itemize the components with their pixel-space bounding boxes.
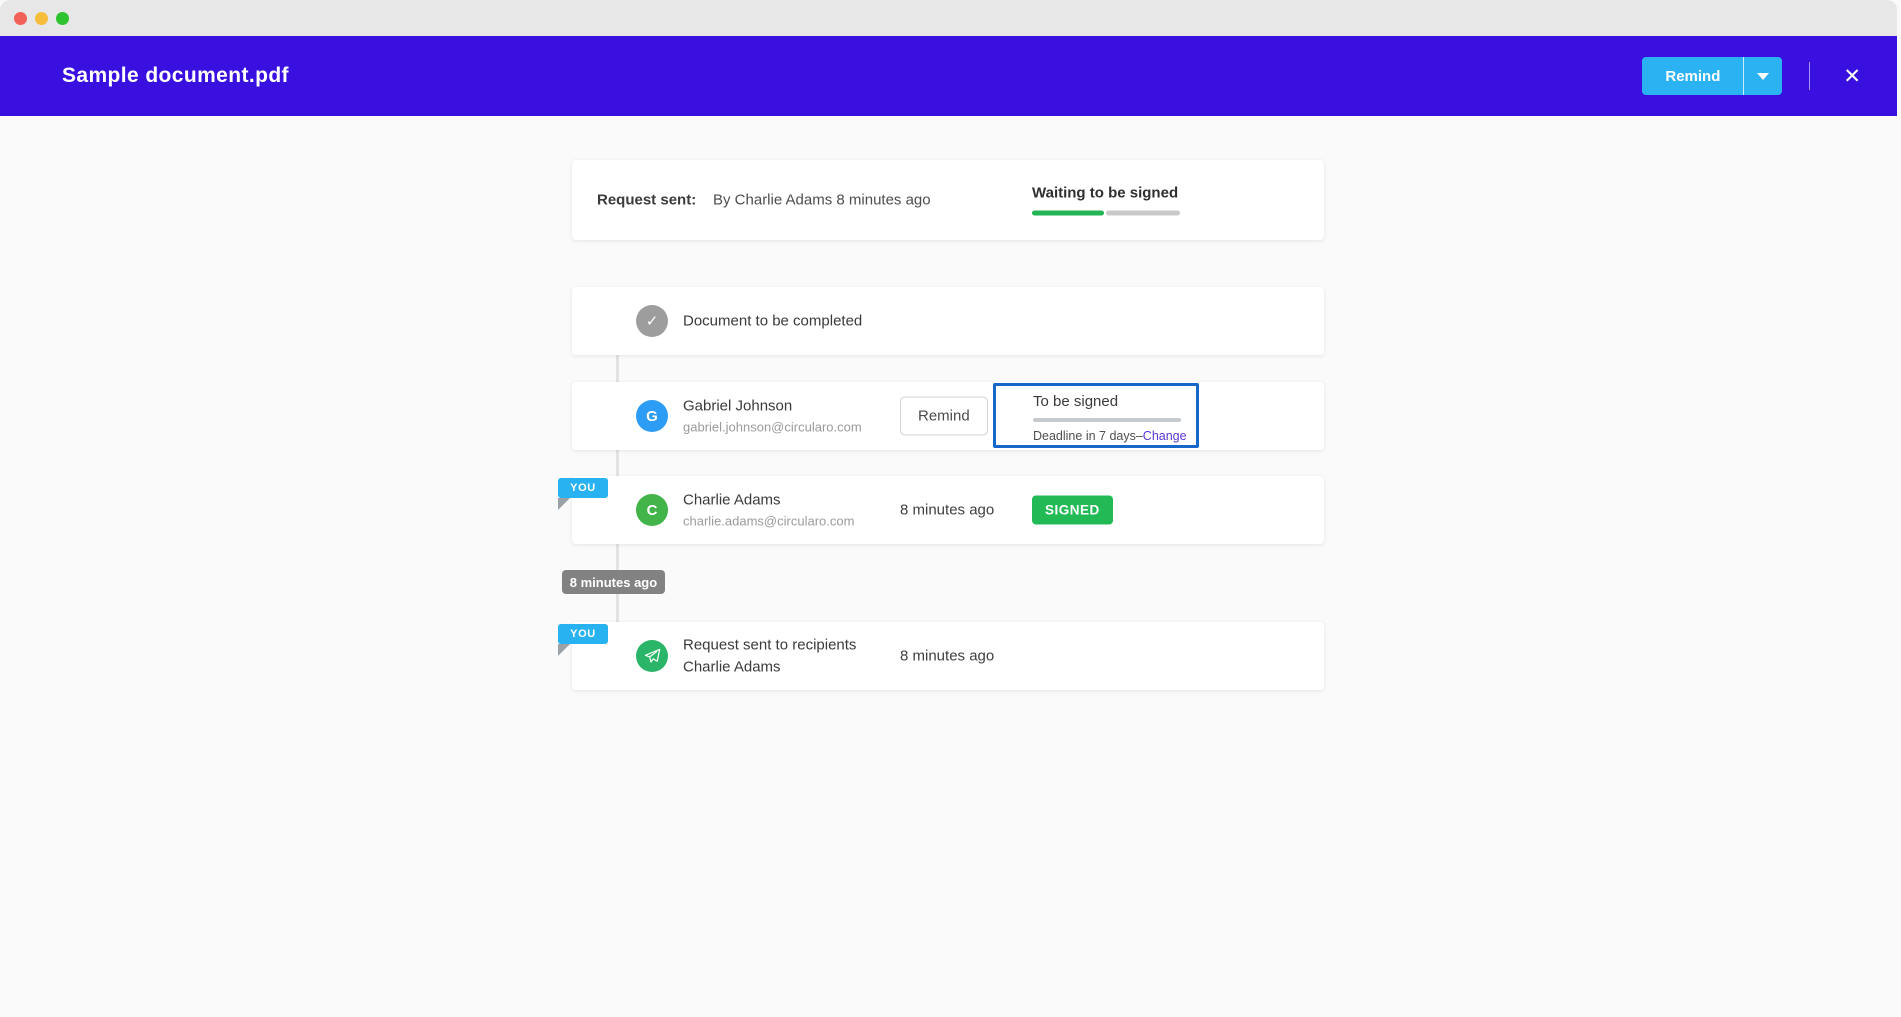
- avatar: C: [636, 494, 668, 526]
- deadline-row: Deadline in 7 days–Change: [1033, 429, 1196, 443]
- timeline-time-tag: 8 minutes ago: [562, 570, 665, 594]
- request-summary-card: Request sent: By Charlie Adams 8 minutes…: [572, 160, 1324, 240]
- you-badge: YOU: [558, 624, 608, 644]
- deadline-text: Deadline in 7 days–: [1033, 429, 1143, 443]
- you-badge-wrap: YOU: [558, 624, 608, 656]
- header-divider: [1809, 62, 1810, 90]
- you-badge-tail: [558, 498, 570, 510]
- maximize-window-button[interactable]: [56, 12, 69, 25]
- document-header: Sample document.pdf Remind ✕: [0, 36, 1897, 116]
- close-button[interactable]: ✕: [1837, 62, 1867, 91]
- recipient-progress-bar: [1033, 418, 1181, 422]
- to-be-signed-highlight-box: To be signed Deadline in 7 days–Change: [993, 383, 1199, 448]
- remind-dropdown-button[interactable]: [1744, 57, 1782, 95]
- signed-status-badge: SIGNED: [1032, 496, 1113, 525]
- signing-progress-bar: [1032, 211, 1180, 216]
- document-step-label: Document to be completed: [683, 313, 862, 330]
- recipient-identity: Gabriel Johnson gabriel.johnson@circular…: [683, 398, 862, 435]
- close-window-button[interactable]: [14, 12, 27, 25]
- event-title: Request sent to recipients: [683, 637, 856, 654]
- minimize-window-button[interactable]: [35, 12, 48, 25]
- remind-button[interactable]: Remind: [1642, 57, 1744, 95]
- check-icon: ✓: [636, 305, 668, 337]
- recipient-name: Gabriel Johnson: [683, 398, 862, 415]
- main-content: Request sent: By Charlie Adams 8 minutes…: [0, 116, 1901, 1017]
- header-actions: Remind ✕: [1642, 57, 1867, 95]
- signed-time: 8 minutes ago: [900, 502, 994, 519]
- request-sent-byline: By Charlie Adams 8 minutes ago: [713, 192, 931, 209]
- paper-plane-icon: [636, 640, 668, 672]
- you-badge-wrap: YOU: [558, 478, 608, 510]
- remind-split-button: Remind: [1642, 57, 1782, 95]
- signing-status: Waiting to be signed: [1032, 185, 1180, 216]
- event-time: 8 minutes ago: [900, 648, 994, 665]
- recipient-identity: Charlie Adams charlie.adams@circularo.co…: [683, 492, 854, 529]
- event-subtitle: Charlie Adams: [683, 659, 856, 676]
- change-deadline-link[interactable]: Change: [1143, 429, 1187, 443]
- recipient-row-charlie: YOU C Charlie Adams charlie.adams@circul…: [572, 476, 1324, 544]
- document-title: Sample document.pdf: [62, 64, 289, 88]
- remind-recipient-button[interactable]: Remind: [900, 397, 988, 436]
- recipient-email: charlie.adams@circularo.com: [683, 514, 854, 529]
- recipient-row-gabriel: G Gabriel Johnson gabriel.johnson@circul…: [572, 382, 1324, 450]
- recipient-name: Charlie Adams: [683, 492, 854, 509]
- avatar: G: [636, 400, 668, 432]
- request-sent-event-card: YOU Request sent to recipients Charlie A…: [572, 622, 1324, 690]
- window-titlebar: [0, 0, 1897, 36]
- to-be-signed-label: To be signed: [1033, 393, 1196, 410]
- status-heading: Waiting to be signed: [1032, 185, 1180, 202]
- progress-segment-pending: [1106, 211, 1180, 216]
- request-sent-label: Request sent:: [597, 192, 696, 209]
- document-step-card: ✓ Document to be completed: [572, 287, 1324, 355]
- you-badge: YOU: [558, 478, 608, 498]
- progress-segment-complete: [1032, 211, 1104, 216]
- recipient-email: gabriel.johnson@circularo.com: [683, 420, 862, 435]
- event-text: Request sent to recipients Charlie Adams: [683, 637, 856, 676]
- you-badge-tail: [558, 644, 570, 656]
- chevron-down-icon: [1757, 73, 1769, 80]
